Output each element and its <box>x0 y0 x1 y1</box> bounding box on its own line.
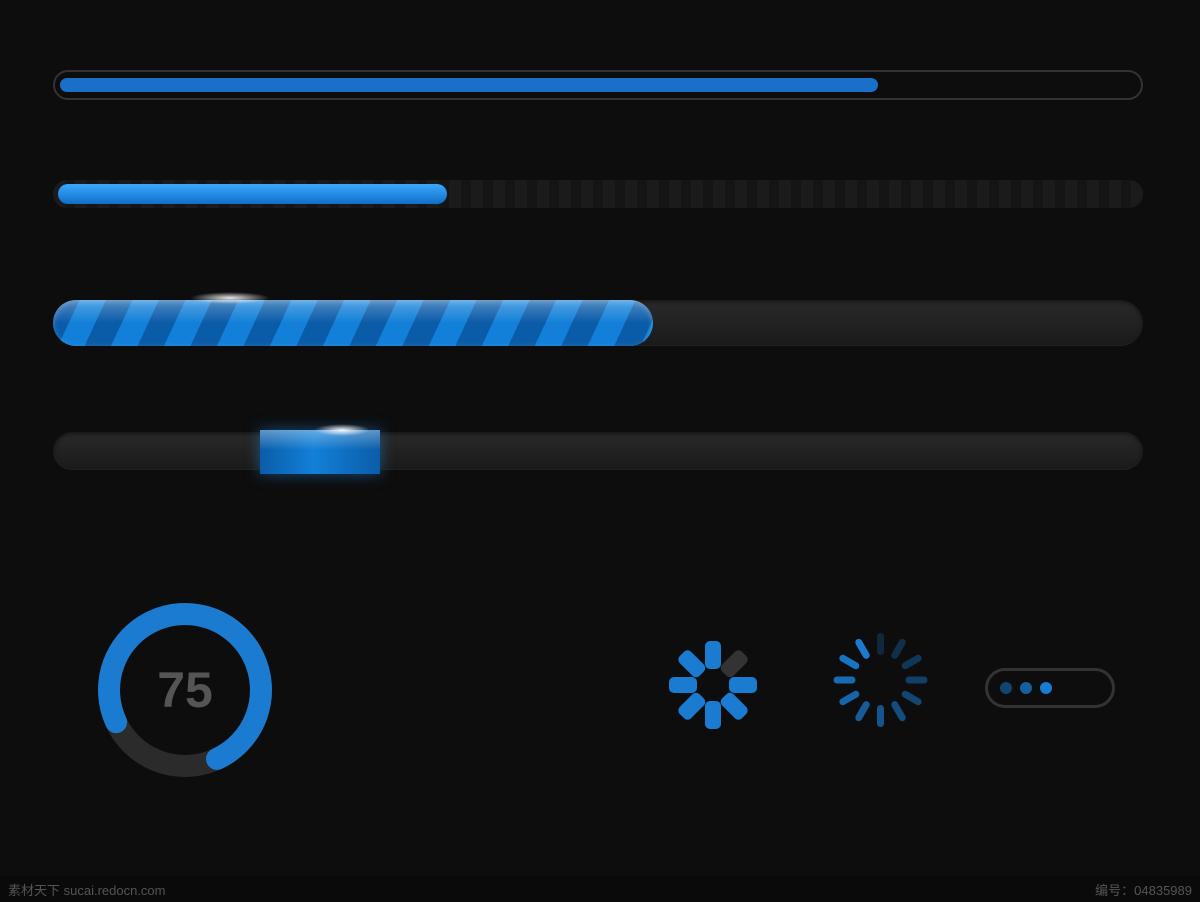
spinner-petal <box>838 689 861 706</box>
circular-progress: 75 <box>95 600 275 780</box>
progress-bar-2-fill <box>58 184 447 204</box>
spinner-thin-icon <box>830 630 930 730</box>
watermark-id: 编号：04835989 <box>1095 880 1192 899</box>
spinner-petal <box>729 677 757 693</box>
spinner-petal <box>669 677 697 693</box>
spinner-petal <box>905 677 927 684</box>
spinner-petal <box>676 648 707 679</box>
progress-bar-3-fill <box>53 300 653 346</box>
progress-bar-4-segment <box>260 430 380 474</box>
spinner-petal <box>877 633 884 655</box>
progress-bar-4-track <box>53 432 1143 470</box>
spinner-petal <box>705 641 721 669</box>
pill-dots-loader <box>985 668 1115 708</box>
loader-dot <box>1040 682 1052 694</box>
spinner-petal <box>676 691 707 722</box>
spinner-petal <box>900 689 923 706</box>
watermark-id-value: 04835989 <box>1134 883 1192 898</box>
spinner-petal <box>877 705 884 727</box>
spinner-petal <box>719 648 750 679</box>
progress-bar-1-fill <box>60 78 878 92</box>
loader-dot <box>1020 682 1032 694</box>
spinner-petal <box>853 638 870 661</box>
watermark-id-label: 编号： <box>1095 883 1134 898</box>
spinner-petal <box>853 700 870 723</box>
spinner-petal <box>889 700 906 723</box>
spinner-petal <box>719 691 750 722</box>
spinner-petal <box>833 677 855 684</box>
watermark-footer: 素材天下 sucai.redocn.com 编号：04835989 <box>0 876 1200 902</box>
spinner-petal <box>838 653 861 670</box>
spinner-petal <box>705 701 721 729</box>
spinner-thick-icon <box>668 640 758 730</box>
loader-dot <box>1000 682 1012 694</box>
circular-progress-value: 75 <box>95 600 275 780</box>
watermark-source-text: 素材天下 sucai.redocn.com <box>8 880 166 899</box>
spinner-petal <box>889 638 906 661</box>
spinner-petal <box>900 653 923 670</box>
